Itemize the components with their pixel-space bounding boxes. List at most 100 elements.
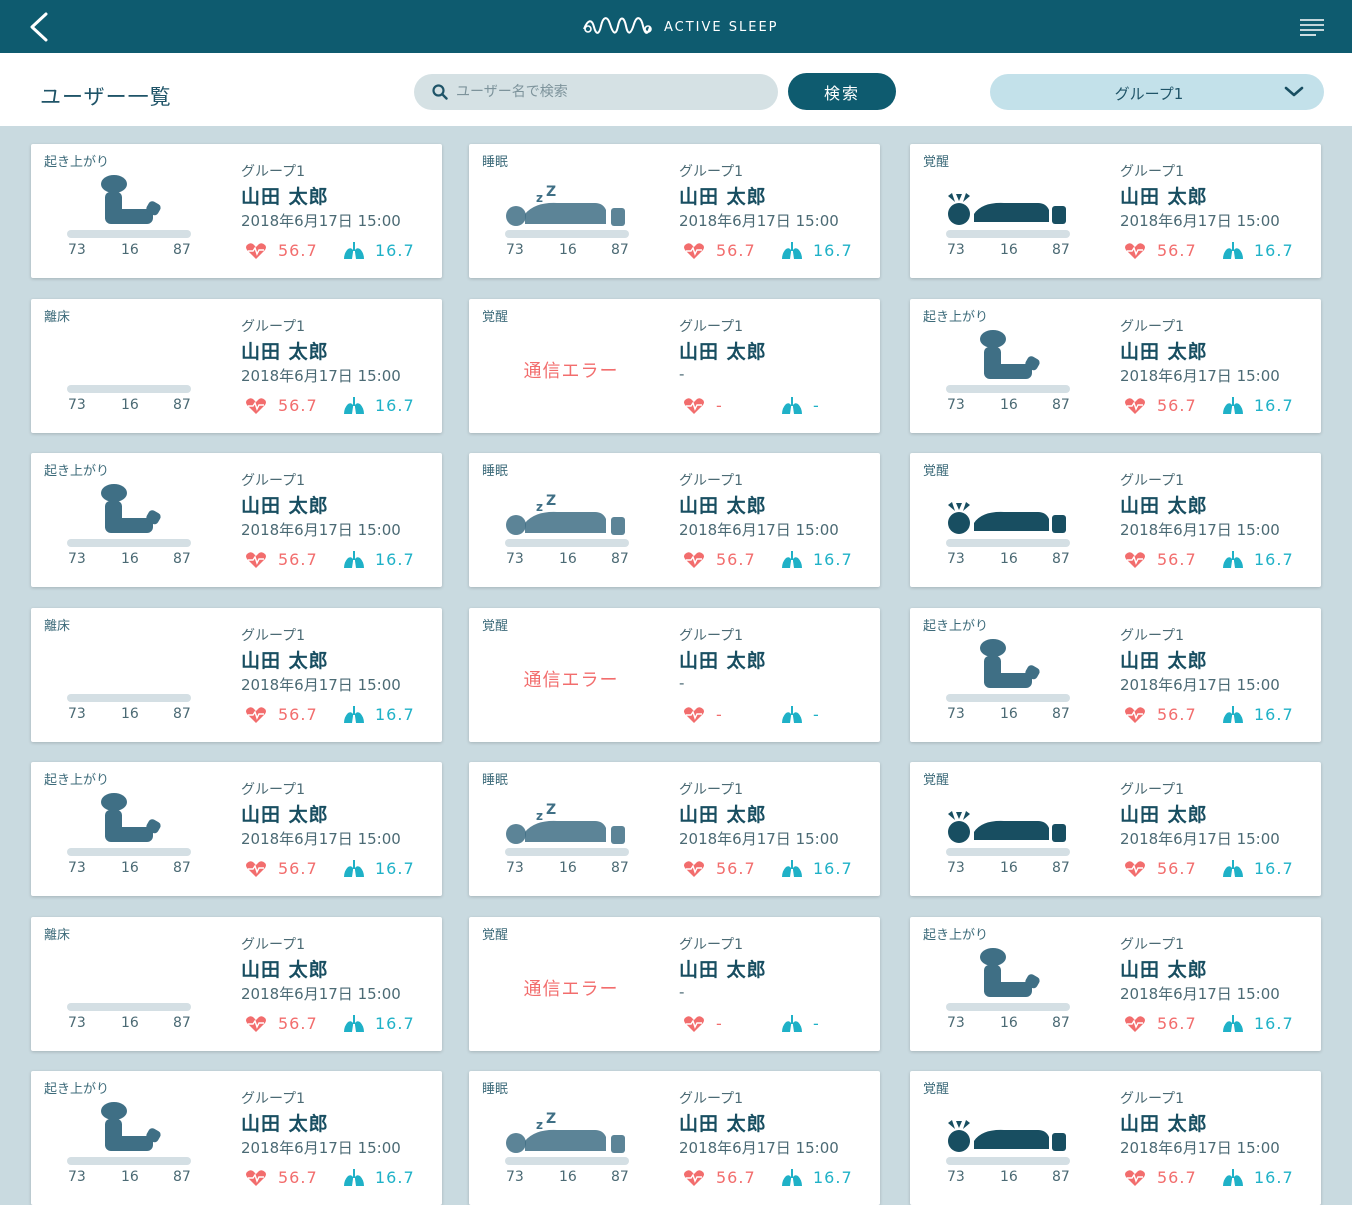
heart-rate-value: - xyxy=(716,396,723,415)
card-stat-value: 87 xyxy=(173,242,191,258)
card-timestamp: - xyxy=(679,674,685,692)
card-stats: 73 16 87 xyxy=(947,242,1087,258)
card-status: 起き上がり xyxy=(44,464,110,479)
awake-icon xyxy=(946,1120,1070,1165)
card-stat-value: 87 xyxy=(611,551,629,567)
card-group: グループ1 xyxy=(1120,319,1185,335)
lungs-icon xyxy=(344,551,364,568)
card-stat-value: 16 xyxy=(1000,397,1018,413)
card-user-name: 山田 太郎 xyxy=(679,959,767,981)
card-status: 覚醒 xyxy=(482,310,509,325)
card-stat-value: 73 xyxy=(68,1169,86,1185)
search-input[interactable] xyxy=(454,83,758,101)
user-card[interactable]: 起き上がり 73 16 87 グループ1 山田 太郎 2018年6月17日 15:00 56.… xyxy=(910,608,1321,742)
lungs-icon xyxy=(1223,242,1243,259)
sleeping-icon: zZ xyxy=(505,184,629,238)
user-card[interactable]: 起き上がり 73 16 87 グループ1 山田 太郎 2018年6月17日 15:00 56.… xyxy=(31,144,442,278)
card-status: 離床 xyxy=(44,619,71,634)
heart-rate-icon xyxy=(684,398,704,414)
user-card[interactable]: 起き上がり 73 16 87 グループ1 山田 太郎 2018年6月17日 15:00 56.… xyxy=(910,917,1321,1051)
card-stats: 73 16 87 xyxy=(506,860,646,876)
card-status: 覚醒 xyxy=(923,155,950,170)
user-card[interactable]: 離床 73 16 87 グループ1 山田 太郎 2018年6月17日 15:00 56.7 16… xyxy=(31,299,442,433)
card-group: グループ1 xyxy=(679,782,744,798)
user-card[interactable]: 睡眠 z Z 73 16 87 グループ1 山田 太郎 2018年6月17日 15:00 56.7… xyxy=(469,762,880,896)
card-stat-value: 73 xyxy=(68,397,86,413)
card-group: グループ1 xyxy=(679,473,744,489)
search-button[interactable]: 検索 xyxy=(788,73,896,110)
heart-rate-icon xyxy=(246,398,266,414)
card-user-name: 山田 太郎 xyxy=(1120,341,1208,363)
card-user-name: 山田 太郎 xyxy=(241,959,329,981)
user-card[interactable]: 離床 73 16 87 グループ1 山田 太郎 2018年6月17日 15:00 56.7 16… xyxy=(31,917,442,1051)
card-user-name: 山田 太郎 xyxy=(1120,959,1208,981)
card-timestamp: 2018年6月17日 15:00 xyxy=(1120,1139,1280,1157)
card-group: グループ1 xyxy=(679,1091,744,1107)
card-group: グループ1 xyxy=(1120,782,1185,798)
card-stat-value: 73 xyxy=(947,1015,965,1031)
heart-rate-value: - xyxy=(716,705,723,724)
card-stat-value: 87 xyxy=(173,706,191,722)
card-stat-value: 16 xyxy=(559,860,577,876)
card-stat-value: 16 xyxy=(559,242,577,258)
card-stat-value: 87 xyxy=(173,397,191,413)
card-status: 覚醒 xyxy=(482,928,509,943)
card-stat-value: 87 xyxy=(611,242,629,258)
user-card[interactable]: 覚醒 73 16 87 グループ1 山田 太郎 2018年6月17日 15:00 56.7 16… xyxy=(910,762,1321,896)
card-stats: 73 16 87 xyxy=(947,551,1087,567)
sitting-icon xyxy=(946,330,1070,393)
connection-error: 通信エラー xyxy=(523,670,619,691)
card-stat-value: 87 xyxy=(1052,860,1070,876)
user-card[interactable]: 睡眠 z Z 73 16 87 グループ1 山田 太郎 2018年6月17日 15:00 56.7… xyxy=(469,453,880,587)
card-stats: 73 16 87 xyxy=(68,1169,208,1185)
user-card[interactable]: 離床 73 16 87 グループ1 山田 太郎 2018年6月17日 15:00 56.7 16… xyxy=(31,608,442,742)
group-select[interactable]: グループ1 xyxy=(990,74,1324,110)
respiration-value: 16.7 xyxy=(375,1168,415,1187)
card-status: 覚醒 xyxy=(923,464,950,479)
heart-rate-value: 56.7 xyxy=(278,859,318,878)
lungs-icon xyxy=(782,860,802,877)
user-card[interactable]: 覚醒 通信エラー グループ1 山田 太郎 - - - xyxy=(469,608,880,742)
menu-button[interactable] xyxy=(1298,17,1326,37)
lungs-icon xyxy=(1223,706,1243,723)
card-user-name: 山田 太郎 xyxy=(1120,804,1208,826)
user-card[interactable]: 覚醒 73 16 87 グループ1 山田 太郎 2018年6月17日 15:00 56.7 16… xyxy=(910,1071,1321,1205)
lungs-icon xyxy=(782,1015,802,1032)
user-card[interactable]: 覚醒 73 16 87 グループ1 山田 太郎 2018年6月17日 15:00 56.7 16… xyxy=(910,144,1321,278)
app-header: ACTIVE SLEEP xyxy=(0,0,1352,53)
card-status: 睡眠 xyxy=(482,773,509,788)
card-stat-value: 16 xyxy=(121,860,139,876)
user-card[interactable]: 覚醒 通信エラー グループ1 山田 太郎 - - - xyxy=(469,917,880,1051)
respiration-value: 16.7 xyxy=(813,550,853,569)
respiration-value: - xyxy=(813,705,820,724)
user-card[interactable]: 起き上がり 73 16 87 グループ1 山田 太郎 2018年6月17日 15:00 56.… xyxy=(31,453,442,587)
back-button[interactable] xyxy=(22,10,56,44)
lungs-icon xyxy=(344,860,364,877)
lungs-icon xyxy=(1223,1169,1243,1186)
heart-rate-icon xyxy=(1125,861,1145,877)
search-box[interactable] xyxy=(414,74,778,110)
brand-name: ACTIVE SLEEP xyxy=(664,19,779,35)
user-card[interactable]: 覚醒 73 16 87 グループ1 山田 太郎 2018年6月17日 15:00 56.7 16… xyxy=(910,453,1321,587)
lungs-icon xyxy=(782,706,802,723)
user-card[interactable]: 起き上がり 73 16 87 グループ1 山田 太郎 2018年6月17日 15:00 56.… xyxy=(910,299,1321,433)
card-status: 覚醒 xyxy=(923,1082,950,1097)
card-stat-value: 73 xyxy=(68,860,86,876)
card-user-name: 山田 太郎 xyxy=(241,804,329,826)
heart-rate-value: 56.7 xyxy=(1157,396,1197,415)
user-card[interactable]: 起き上がり 73 16 87 グループ1 山田 太郎 2018年6月17日 15:00 56.… xyxy=(31,1071,442,1205)
card-stat-value: 16 xyxy=(121,397,139,413)
user-card[interactable]: 覚醒 通信エラー グループ1 山田 太郎 - - - xyxy=(469,299,880,433)
lungs-icon xyxy=(1223,860,1243,877)
card-group: グループ1 xyxy=(241,164,306,180)
user-card[interactable]: 起き上がり 73 16 87 グループ1 山田 太郎 2018年6月17日 15:00 56.… xyxy=(31,762,442,896)
user-card[interactable]: 睡眠 z Z 73 16 87 グループ1 山田 太郎 2018年6月17日 15:00 56.7… xyxy=(469,1071,880,1205)
card-stat-value: 87 xyxy=(173,860,191,876)
respiration-value: 16.7 xyxy=(1254,550,1294,569)
card-group: グループ1 xyxy=(679,319,744,335)
awake-icon xyxy=(946,502,1070,547)
user-card[interactable]: 睡眠 z Z 73 16 87 グループ1 山田 太郎 2018年6月17日 15:00 56.7… xyxy=(469,144,880,278)
card-user-name: 山田 太郎 xyxy=(241,186,329,208)
card-timestamp: 2018年6月17日 15:00 xyxy=(241,521,401,539)
respiration-value: 16.7 xyxy=(375,859,415,878)
